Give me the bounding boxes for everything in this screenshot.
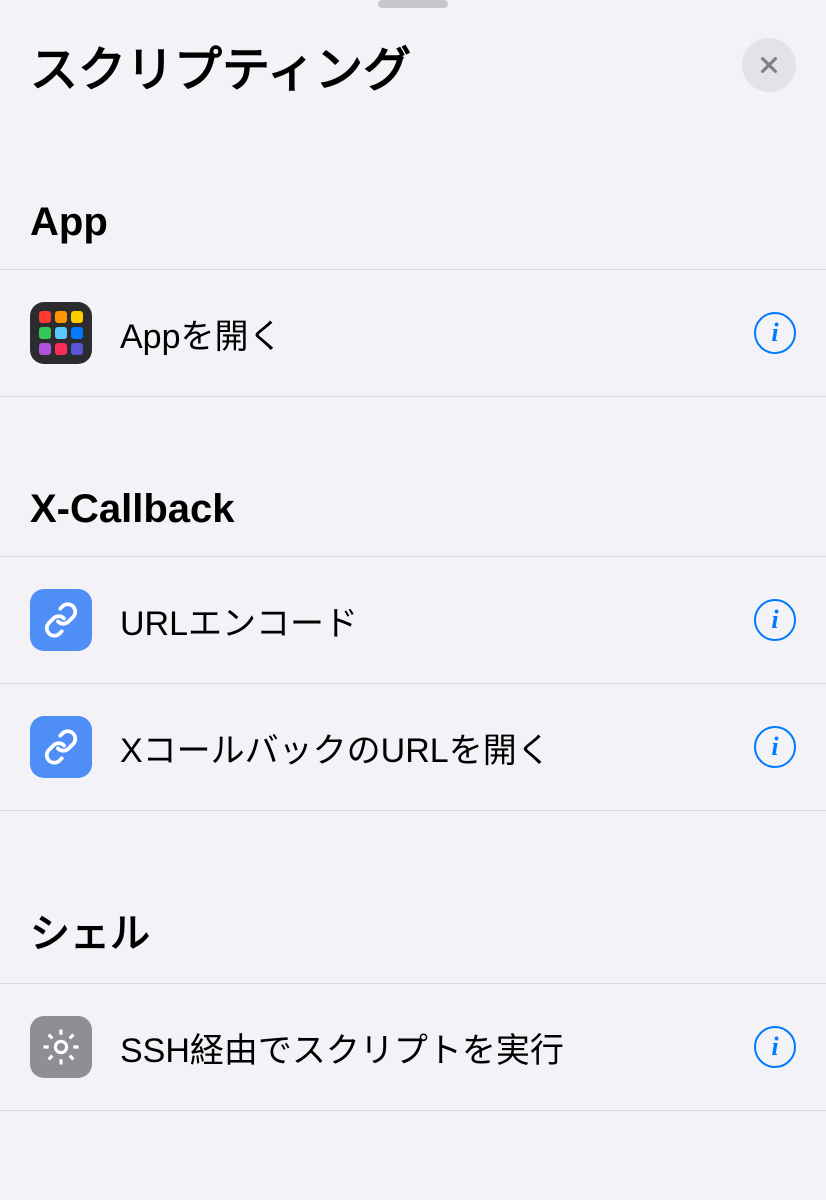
info-icon: i xyxy=(771,318,778,348)
info-icon: i xyxy=(771,732,778,762)
list-group: SSH経由でスクリプトを実行 i xyxy=(0,983,826,1111)
action-open-x-callback-url[interactable]: XコールバックのURLを開く i xyxy=(0,683,826,811)
section-title: X-Callback xyxy=(0,487,826,556)
info-button[interactable]: i xyxy=(754,312,796,354)
info-icon: i xyxy=(771,1032,778,1062)
app-grid-icon xyxy=(30,302,92,364)
section-app: App Appを開く i xyxy=(0,200,826,397)
link-icon xyxy=(30,589,92,651)
action-label: XコールバックのURLを開く xyxy=(120,723,754,772)
action-url-encode[interactable]: URLエンコード i xyxy=(0,556,826,683)
action-label: SSH経由でスクリプトを実行 xyxy=(120,1023,754,1072)
section-title: App xyxy=(0,200,826,269)
header: スクリプティング xyxy=(0,0,826,110)
sheet-grabber[interactable] xyxy=(378,0,448,8)
section-shell: シェル SSH経由でスクリプトを実行 i xyxy=(0,901,826,1111)
info-button[interactable]: i xyxy=(754,599,796,641)
action-open-app[interactable]: Appを開く i xyxy=(0,269,826,397)
action-sheet: スクリプティング App Appを開く i xyxy=(0,0,826,1200)
action-run-script-ssh[interactable]: SSH経由でスクリプトを実行 i xyxy=(0,983,826,1111)
list-group: Appを開く i xyxy=(0,269,826,397)
list-group: URLエンコード i XコールバックのURLを開く i xyxy=(0,556,826,811)
page-title: スクリプティング xyxy=(30,30,411,100)
link-icon xyxy=(30,716,92,778)
close-button[interactable] xyxy=(742,38,796,92)
section-x-callback: X-Callback URLエンコード i xyxy=(0,487,826,811)
section-title: シェル xyxy=(0,901,826,983)
close-icon xyxy=(758,54,780,76)
gear-icon xyxy=(30,1016,92,1078)
info-button[interactable]: i xyxy=(754,1026,796,1068)
info-icon: i xyxy=(771,605,778,635)
action-label: URLエンコード xyxy=(120,596,754,645)
info-button[interactable]: i xyxy=(754,726,796,768)
action-label: Appを開く xyxy=(120,309,754,358)
